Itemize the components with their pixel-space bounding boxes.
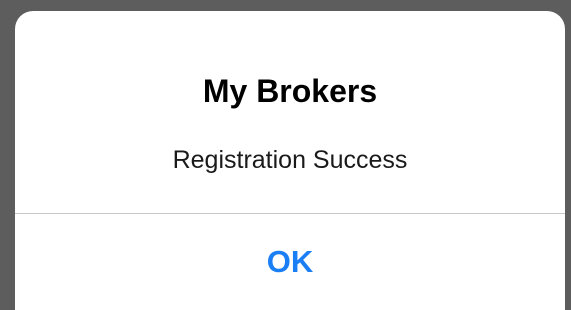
ok-button[interactable]: OK (15, 214, 565, 310)
dialog-message: Registration Success (172, 146, 408, 174)
alert-dialog: My Brokers Registration Success OK (15, 11, 565, 310)
dialog-title: My Brokers (202, 73, 378, 109)
